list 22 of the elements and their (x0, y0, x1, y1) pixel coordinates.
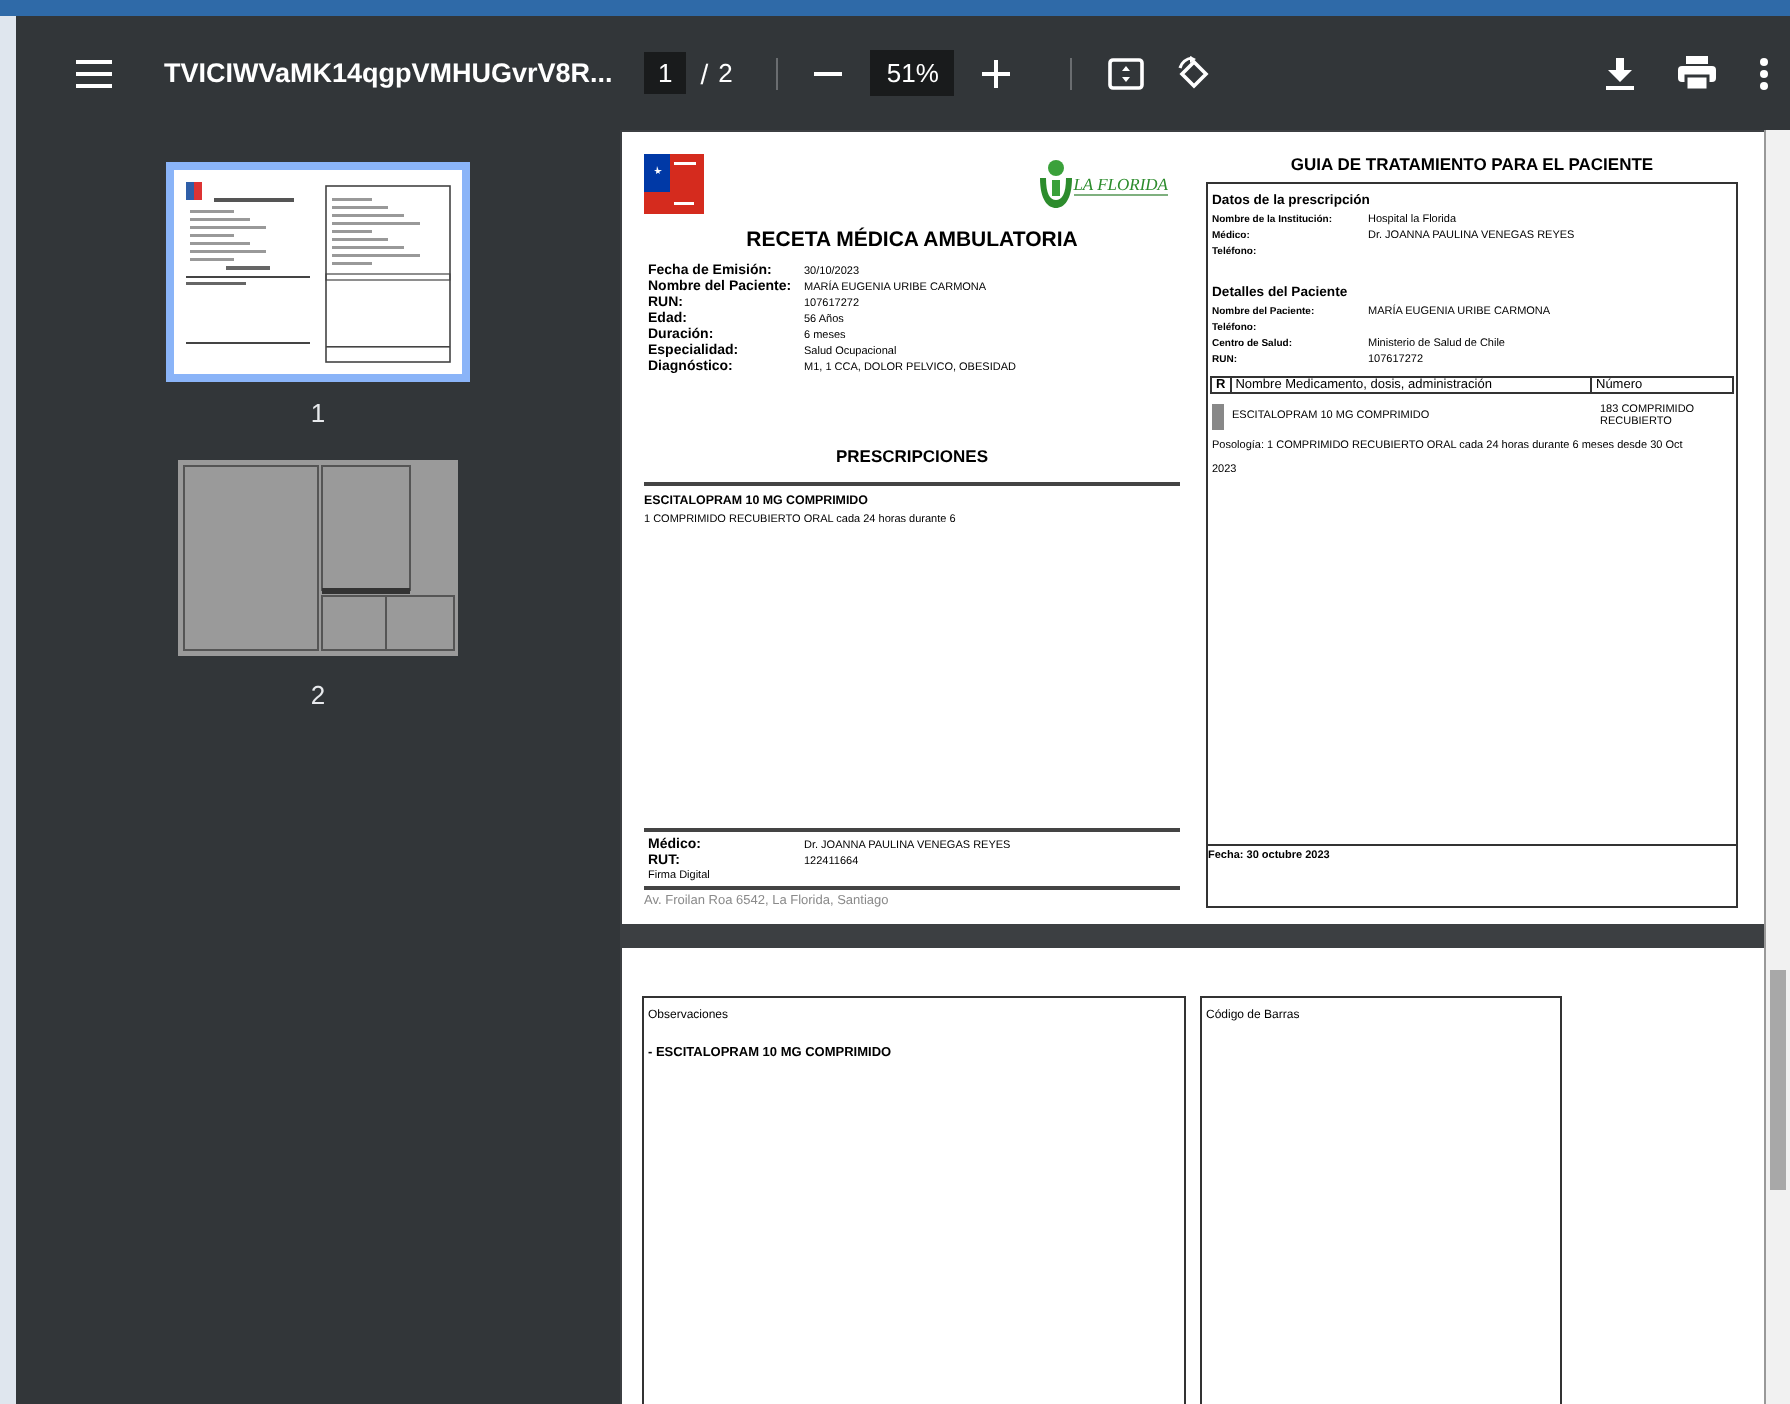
document-heading: RECETA MÉDICA AMBULATORIA (744, 228, 1080, 252)
document-title: TVICIWVaMK14qgpVMHUGvrV8R... (164, 55, 615, 91)
menu-icon[interactable] (72, 55, 116, 91)
section-heading: PRESCRIPCIONES (833, 446, 991, 466)
page-thumbnail[interactable] (166, 162, 470, 382)
logo-text: LA FLORIDA (1073, 173, 1168, 195)
more-options-icon[interactable] (1756, 53, 1772, 93)
print-icon[interactable] (1674, 52, 1720, 94)
page-number-field[interactable]: 1 (644, 52, 687, 94)
page-count: 2 (718, 58, 733, 88)
zoom-in-icon[interactable] (978, 55, 1015, 91)
fit-page-icon[interactable] (1104, 53, 1149, 93)
document-heading: GUIA DE TRATAMIENTO PARA EL PACIENTE (1288, 154, 1656, 174)
government-logo-icon (644, 154, 704, 214)
person-figure-logo-icon (1039, 160, 1072, 208)
scrollbar[interactable] (1764, 130, 1790, 1404)
page-number-label: 2 (310, 680, 326, 710)
page-separator: / (700, 57, 709, 89)
page-number-label: 1 (310, 398, 326, 428)
download-icon[interactable] (1602, 53, 1638, 93)
row-marker-icon (1212, 404, 1224, 430)
zoom-field[interactable]: 51% (870, 50, 955, 96)
